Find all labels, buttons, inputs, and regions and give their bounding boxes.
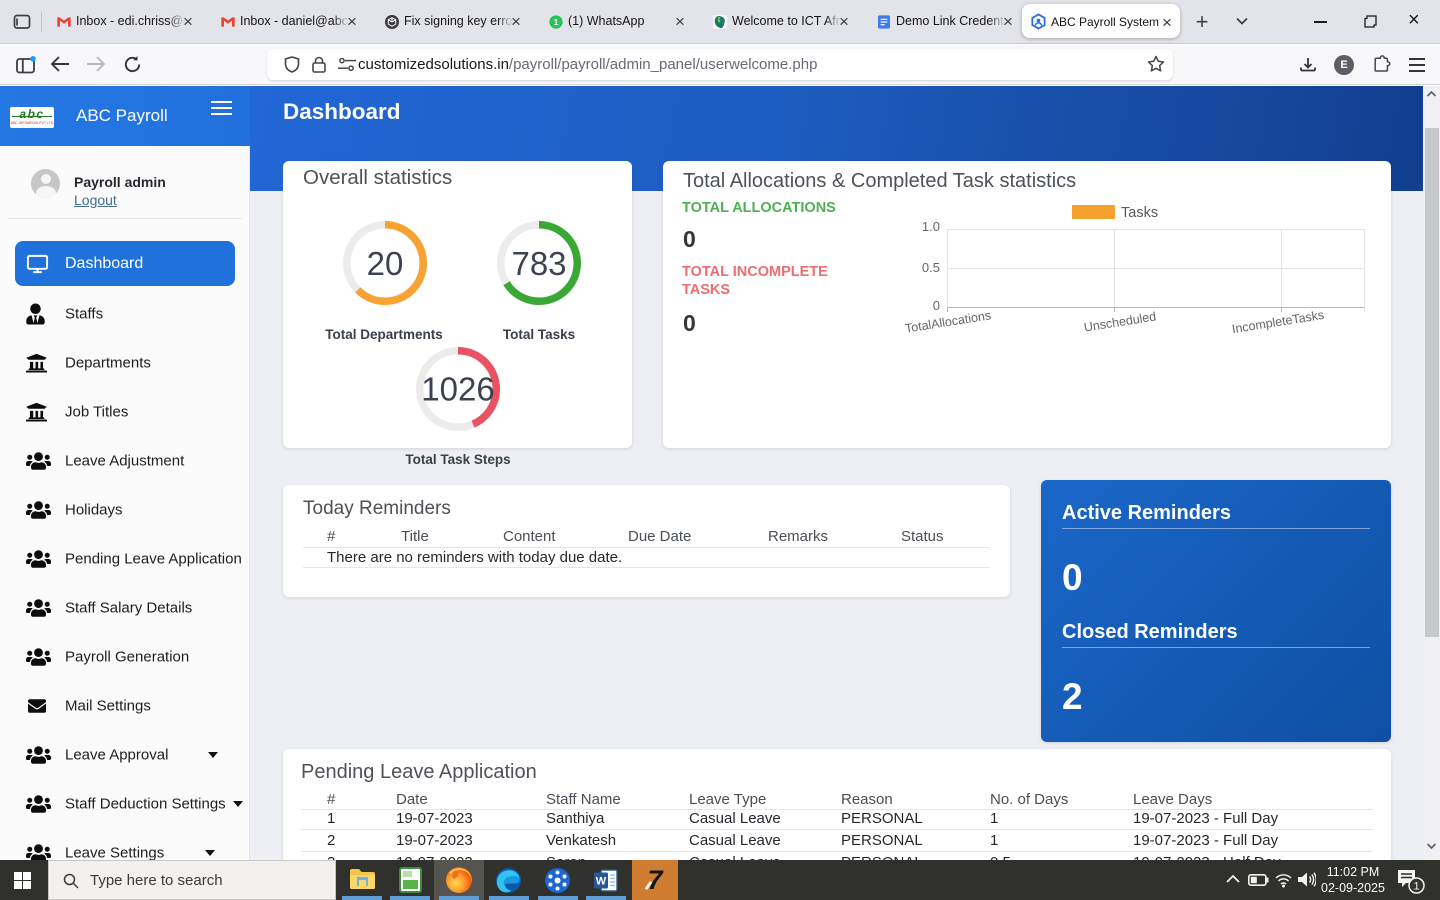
svg-text:W: W — [596, 876, 607, 888]
svg-text:1: 1 — [1413, 881, 1419, 893]
svg-text:1026: 1026 — [421, 371, 494, 408]
svg-text:20: 20 — [367, 245, 404, 282]
svg-text:1: 1 — [554, 17, 559, 27]
svg-text:783: 783 — [511, 245, 566, 282]
